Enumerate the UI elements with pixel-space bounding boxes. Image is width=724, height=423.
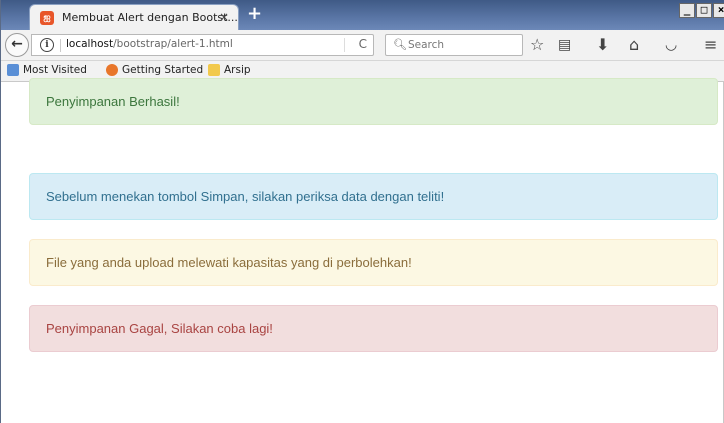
bookmark-label: Getting Started bbox=[122, 64, 204, 76]
tab-close-icon[interactable]: × bbox=[219, 10, 229, 24]
bookmark-label: Arsip bbox=[224, 64, 251, 76]
bookmark-most-visited[interactable]: Most Visited bbox=[7, 64, 87, 76]
reload-icon[interactable]: C bbox=[359, 37, 367, 51]
downloads-icon[interactable]: ⬇ bbox=[596, 36, 609, 54]
alert-warning: File yang anda upload melewati kapasitas… bbox=[29, 239, 718, 286]
maximize-button[interactable]: □ bbox=[696, 3, 712, 18]
bookmark-label: Most Visited bbox=[23, 64, 87, 76]
info-icon[interactable]: i bbox=[40, 38, 54, 52]
tab-title: Membuat Alert dengan Bootst... bbox=[62, 11, 238, 24]
browser-window: _ □ × ஐ Membuat Alert dengan Bootst... ×… bbox=[0, 0, 724, 423]
search-bar[interactable]: 🔍︎ Search bbox=[385, 34, 523, 56]
alert-text: Penyimpanan Gagal, Silakan coba lagi! bbox=[46, 321, 273, 336]
xampp-favicon-icon: ஐ bbox=[40, 11, 54, 25]
window-controls: _ □ × bbox=[678, 3, 724, 18]
page-content: Penyimpanan Berhasil! Sebelum menekan to… bbox=[1, 78, 724, 423]
url-path: /bootstrap/alert-1.html bbox=[113, 38, 233, 50]
alert-text: File yang anda upload melewati kapasitas… bbox=[46, 255, 412, 270]
home-icon[interactable]: ⌂ bbox=[629, 36, 639, 54]
firefox-icon bbox=[106, 64, 118, 76]
close-window-button[interactable]: × bbox=[713, 3, 724, 18]
url-bar[interactable]: i localhost/bootstrap/alert-1.html C bbox=[31, 34, 374, 56]
reading-list-icon[interactable]: ▤ bbox=[558, 36, 571, 54]
navigation-bar: ← i localhost/bootstrap/alert-1.html C 🔍… bbox=[1, 30, 724, 61]
tab-active[interactable]: ஐ Membuat Alert dengan Bootst... × bbox=[29, 4, 239, 32]
alert-success: Penyimpanan Berhasil! bbox=[29, 78, 718, 125]
menu-icon[interactable]: ≡ bbox=[704, 36, 717, 54]
url-host: localhost bbox=[66, 38, 114, 50]
bookmark-star-icon[interactable]: ☆ bbox=[530, 36, 544, 54]
url-divider bbox=[344, 38, 345, 52]
url-separator bbox=[60, 39, 61, 52]
new-tab-button[interactable]: + bbox=[247, 4, 262, 24]
bookmark-arsip[interactable]: Arsip bbox=[208, 64, 251, 76]
alert-danger: Penyimpanan Gagal, Silakan coba lagi! bbox=[29, 305, 718, 352]
search-placeholder: Search bbox=[408, 39, 445, 51]
search-icon: 🔍︎ bbox=[393, 38, 407, 51]
alert-text: Penyimpanan Berhasil! bbox=[46, 94, 180, 109]
most-visited-icon bbox=[7, 64, 19, 76]
folder-icon bbox=[208, 64, 220, 76]
title-bar: _ □ × ஐ Membuat Alert dengan Bootst... ×… bbox=[1, 0, 724, 32]
alert-text: Sebelum menekan tombol Simpan, silakan p… bbox=[46, 189, 445, 204]
url-text: localhost/bootstrap/alert-1.html bbox=[66, 38, 233, 50]
back-button[interactable]: ← bbox=[5, 33, 29, 57]
minimize-button[interactable]: _ bbox=[679, 3, 695, 18]
pocket-icon[interactable]: ◡ bbox=[665, 36, 677, 54]
bookmark-getting-started[interactable]: Getting Started bbox=[106, 64, 203, 76]
alert-info: Sebelum menekan tombol Simpan, silakan p… bbox=[29, 173, 718, 220]
